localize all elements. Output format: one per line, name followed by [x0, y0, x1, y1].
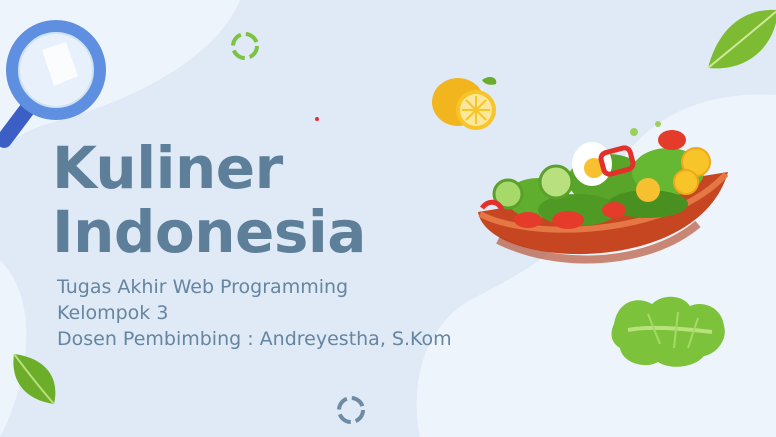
lettuce-icon	[611, 296, 725, 367]
slide-title: Kuliner Indonesia	[52, 136, 366, 264]
subtitle-group: Kelompok 3	[57, 302, 169, 324]
leaf-icon-small	[13, 353, 56, 405]
presentation-slide: Kuliner Indonesia Tugas Akhir Web Progra…	[0, 0, 776, 437]
leaf-icon	[707, 9, 776, 69]
magnifier-icon	[0, 20, 106, 148]
loading-ring-icon-bottom	[337, 396, 365, 424]
title-line-1: Kuliner	[52, 134, 283, 202]
title-line-2: Indonesia	[52, 198, 366, 266]
red-dot	[315, 117, 319, 121]
loading-ring-icon	[231, 32, 259, 60]
subtitle-course: Tugas Akhir Web Programming	[57, 276, 349, 298]
subtitle-supervisor: Dosen Pembimbing : Andreyestha, S.Kom	[57, 328, 452, 350]
salad-bowl-icon	[478, 121, 729, 264]
